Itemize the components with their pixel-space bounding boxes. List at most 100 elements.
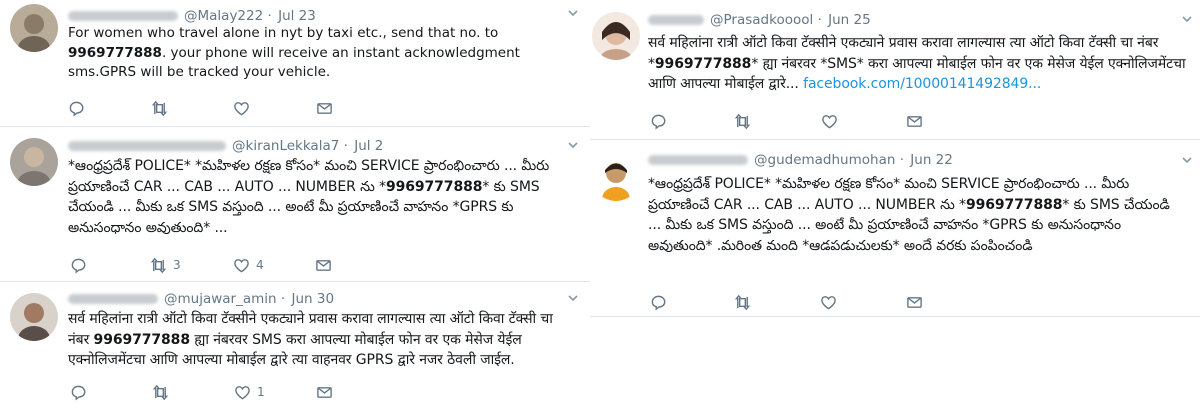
direct-message-button[interactable]: [316, 99, 333, 117]
heart-icon: [234, 101, 249, 115]
like-button[interactable]: [233, 99, 256, 117]
reply-icon: [651, 295, 666, 311]
retweet-icon: [151, 100, 168, 116]
tweet-date[interactable]: Jun 22: [910, 152, 953, 168]
like-button[interactable]: [820, 293, 843, 311]
avatar[interactable]: [10, 293, 58, 341]
chevron-down-icon[interactable]: [566, 291, 580, 305]
envelope-icon: [907, 296, 922, 308]
reply-icon: [651, 114, 666, 130]
like-count: 1: [257, 385, 265, 399]
tweet-header: @Prasadkooool · Jun 25: [648, 10, 871, 30]
tweet-date[interactable]: Jul 2: [354, 138, 383, 154]
tweet[interactable]: @gudemadhumohan · Jun 22 *ఆంధ్రప్రదేశ్ P…: [590, 141, 1200, 317]
avatar[interactable]: [592, 153, 640, 201]
display-name[interactable]: [68, 141, 226, 151]
reply-button[interactable]: [70, 256, 93, 274]
display-name[interactable]: [68, 294, 158, 304]
retweet-icon: [734, 294, 751, 310]
tweet-actions: 3 4: [70, 256, 370, 274]
retweet-count: 3: [173, 258, 181, 272]
separator-dot: ·: [267, 8, 272, 24]
user-handle[interactable]: @Malay222: [184, 8, 263, 24]
user-handle[interactable]: @mujawar_amin: [164, 291, 277, 307]
reply-icon: [69, 101, 84, 117]
heart-icon: [822, 114, 837, 128]
separator-dot: ·: [899, 152, 904, 168]
envelope-icon: [317, 102, 332, 114]
user-handle[interactable]: @Prasadkooool: [710, 12, 813, 28]
avatar[interactable]: [10, 4, 58, 52]
heart-icon: [234, 258, 249, 272]
retweet-icon: [150, 257, 167, 273]
tweet-date[interactable]: Jul 23: [278, 8, 316, 24]
tweet-actions: [650, 112, 950, 130]
tweet-actions: [68, 99, 368, 117]
display-name[interactable]: [648, 155, 748, 165]
retweet-icon: [152, 384, 169, 400]
retweet-button[interactable]: 3: [150, 256, 181, 274]
like-count: 4: [256, 258, 264, 272]
retweet-button[interactable]: [152, 383, 175, 401]
chevron-down-icon[interactable]: [566, 138, 580, 152]
tweet[interactable]: @Prasadkooool · Jun 25 सर्व महिलांना रात…: [590, 0, 1200, 140]
envelope-icon: [316, 259, 331, 271]
separator-dot: ·: [280, 291, 286, 307]
tweet-actions: 1: [70, 383, 370, 401]
tweet-text: *ఆంధ్రప్రదేశ్ POLICE* *మహిళల రక్షణ కోసం*…: [68, 158, 550, 236]
reply-button[interactable]: [68, 99, 91, 117]
heart-icon: [235, 385, 250, 399]
separator-dot: ·: [817, 12, 822, 28]
tweet-date[interactable]: Jun 25: [828, 12, 871, 28]
separator-dot: ·: [343, 138, 348, 154]
direct-message-button[interactable]: [906, 112, 923, 130]
retweet-icon: [734, 113, 751, 129]
chevron-down-icon[interactable]: [1180, 153, 1194, 167]
reply-button[interactable]: [70, 383, 93, 401]
like-button[interactable]: 1: [234, 383, 265, 401]
avatar[interactable]: [592, 12, 640, 60]
display-name[interactable]: [648, 15, 704, 25]
timeline-column-left: @Malay222 · Jul 23 For women who travel …: [0, 0, 590, 411]
like-button[interactable]: 4: [233, 256, 264, 274]
tweet-text: सर्व महिलांना रात्री ऑटो किवा टॅक्सीने ए…: [648, 35, 1186, 92]
envelope-icon: [907, 115, 922, 127]
retweet-button[interactable]: [734, 293, 757, 311]
retweet-button[interactable]: [151, 99, 174, 117]
tweet[interactable]: @mujawar_amin · Jun 30 सर्व महिलांना रात…: [0, 283, 590, 411]
timeline-column-right: @Prasadkooool · Jun 25 सर्व महिलांना रात…: [590, 0, 1200, 411]
tweet-header: @mujawar_amin · Jun 30: [68, 289, 334, 309]
avatar[interactable]: [10, 138, 58, 186]
user-handle[interactable]: @gudemadhumohan: [754, 152, 895, 168]
phone-number: 9969777888: [68, 44, 162, 61]
tweet-text: सर्व महिलांना रात्री ऑटो किवा टॅक्सीने ए…: [68, 311, 553, 368]
empty-area: [590, 318, 1200, 411]
direct-message-button[interactable]: [906, 293, 923, 311]
tweet[interactable]: @kiranLekkala7 · Jul 2 *ఆంధ్రప్రదేశ్ POL…: [0, 128, 590, 282]
user-handle[interactable]: @kiranLekkala7: [232, 138, 339, 154]
reply-icon: [71, 258, 86, 274]
reply-icon: [71, 385, 86, 401]
tweet-header: @kiranLekkala7 · Jul 2: [68, 136, 383, 156]
phone-number: 9969777888: [654, 55, 752, 72]
tweet-header: @Malay222 · Jul 23: [68, 6, 316, 26]
like-button[interactable]: [821, 112, 844, 130]
external-link[interactable]: facebook.com/10000141492849...: [803, 76, 1041, 92]
heart-icon: [821, 295, 836, 309]
reply-button[interactable]: [650, 293, 673, 311]
chevron-down-icon[interactable]: [566, 6, 580, 20]
display-name[interactable]: [68, 11, 178, 21]
envelope-icon: [317, 386, 332, 398]
tweet-text: *ఆంధ్రప్రదేశ్ POLICE* *మహిళల రక్షణ కోసం*…: [648, 176, 1170, 254]
phone-number: 9969777888: [965, 196, 1063, 213]
retweet-button[interactable]: [734, 112, 757, 130]
tweet-text: For women who travel alone in nyt by tax…: [68, 25, 520, 80]
tweet-actions: [650, 293, 950, 311]
direct-message-button[interactable]: [315, 256, 332, 274]
reply-button[interactable]: [650, 112, 673, 130]
tweet[interactable]: @Malay222 · Jul 23 For women who travel …: [0, 0, 590, 127]
phone-number: 9969777888: [385, 178, 483, 195]
direct-message-button[interactable]: [316, 383, 333, 401]
tweet-date[interactable]: Jun 30: [291, 291, 334, 307]
chevron-down-icon[interactable]: [1180, 12, 1194, 26]
